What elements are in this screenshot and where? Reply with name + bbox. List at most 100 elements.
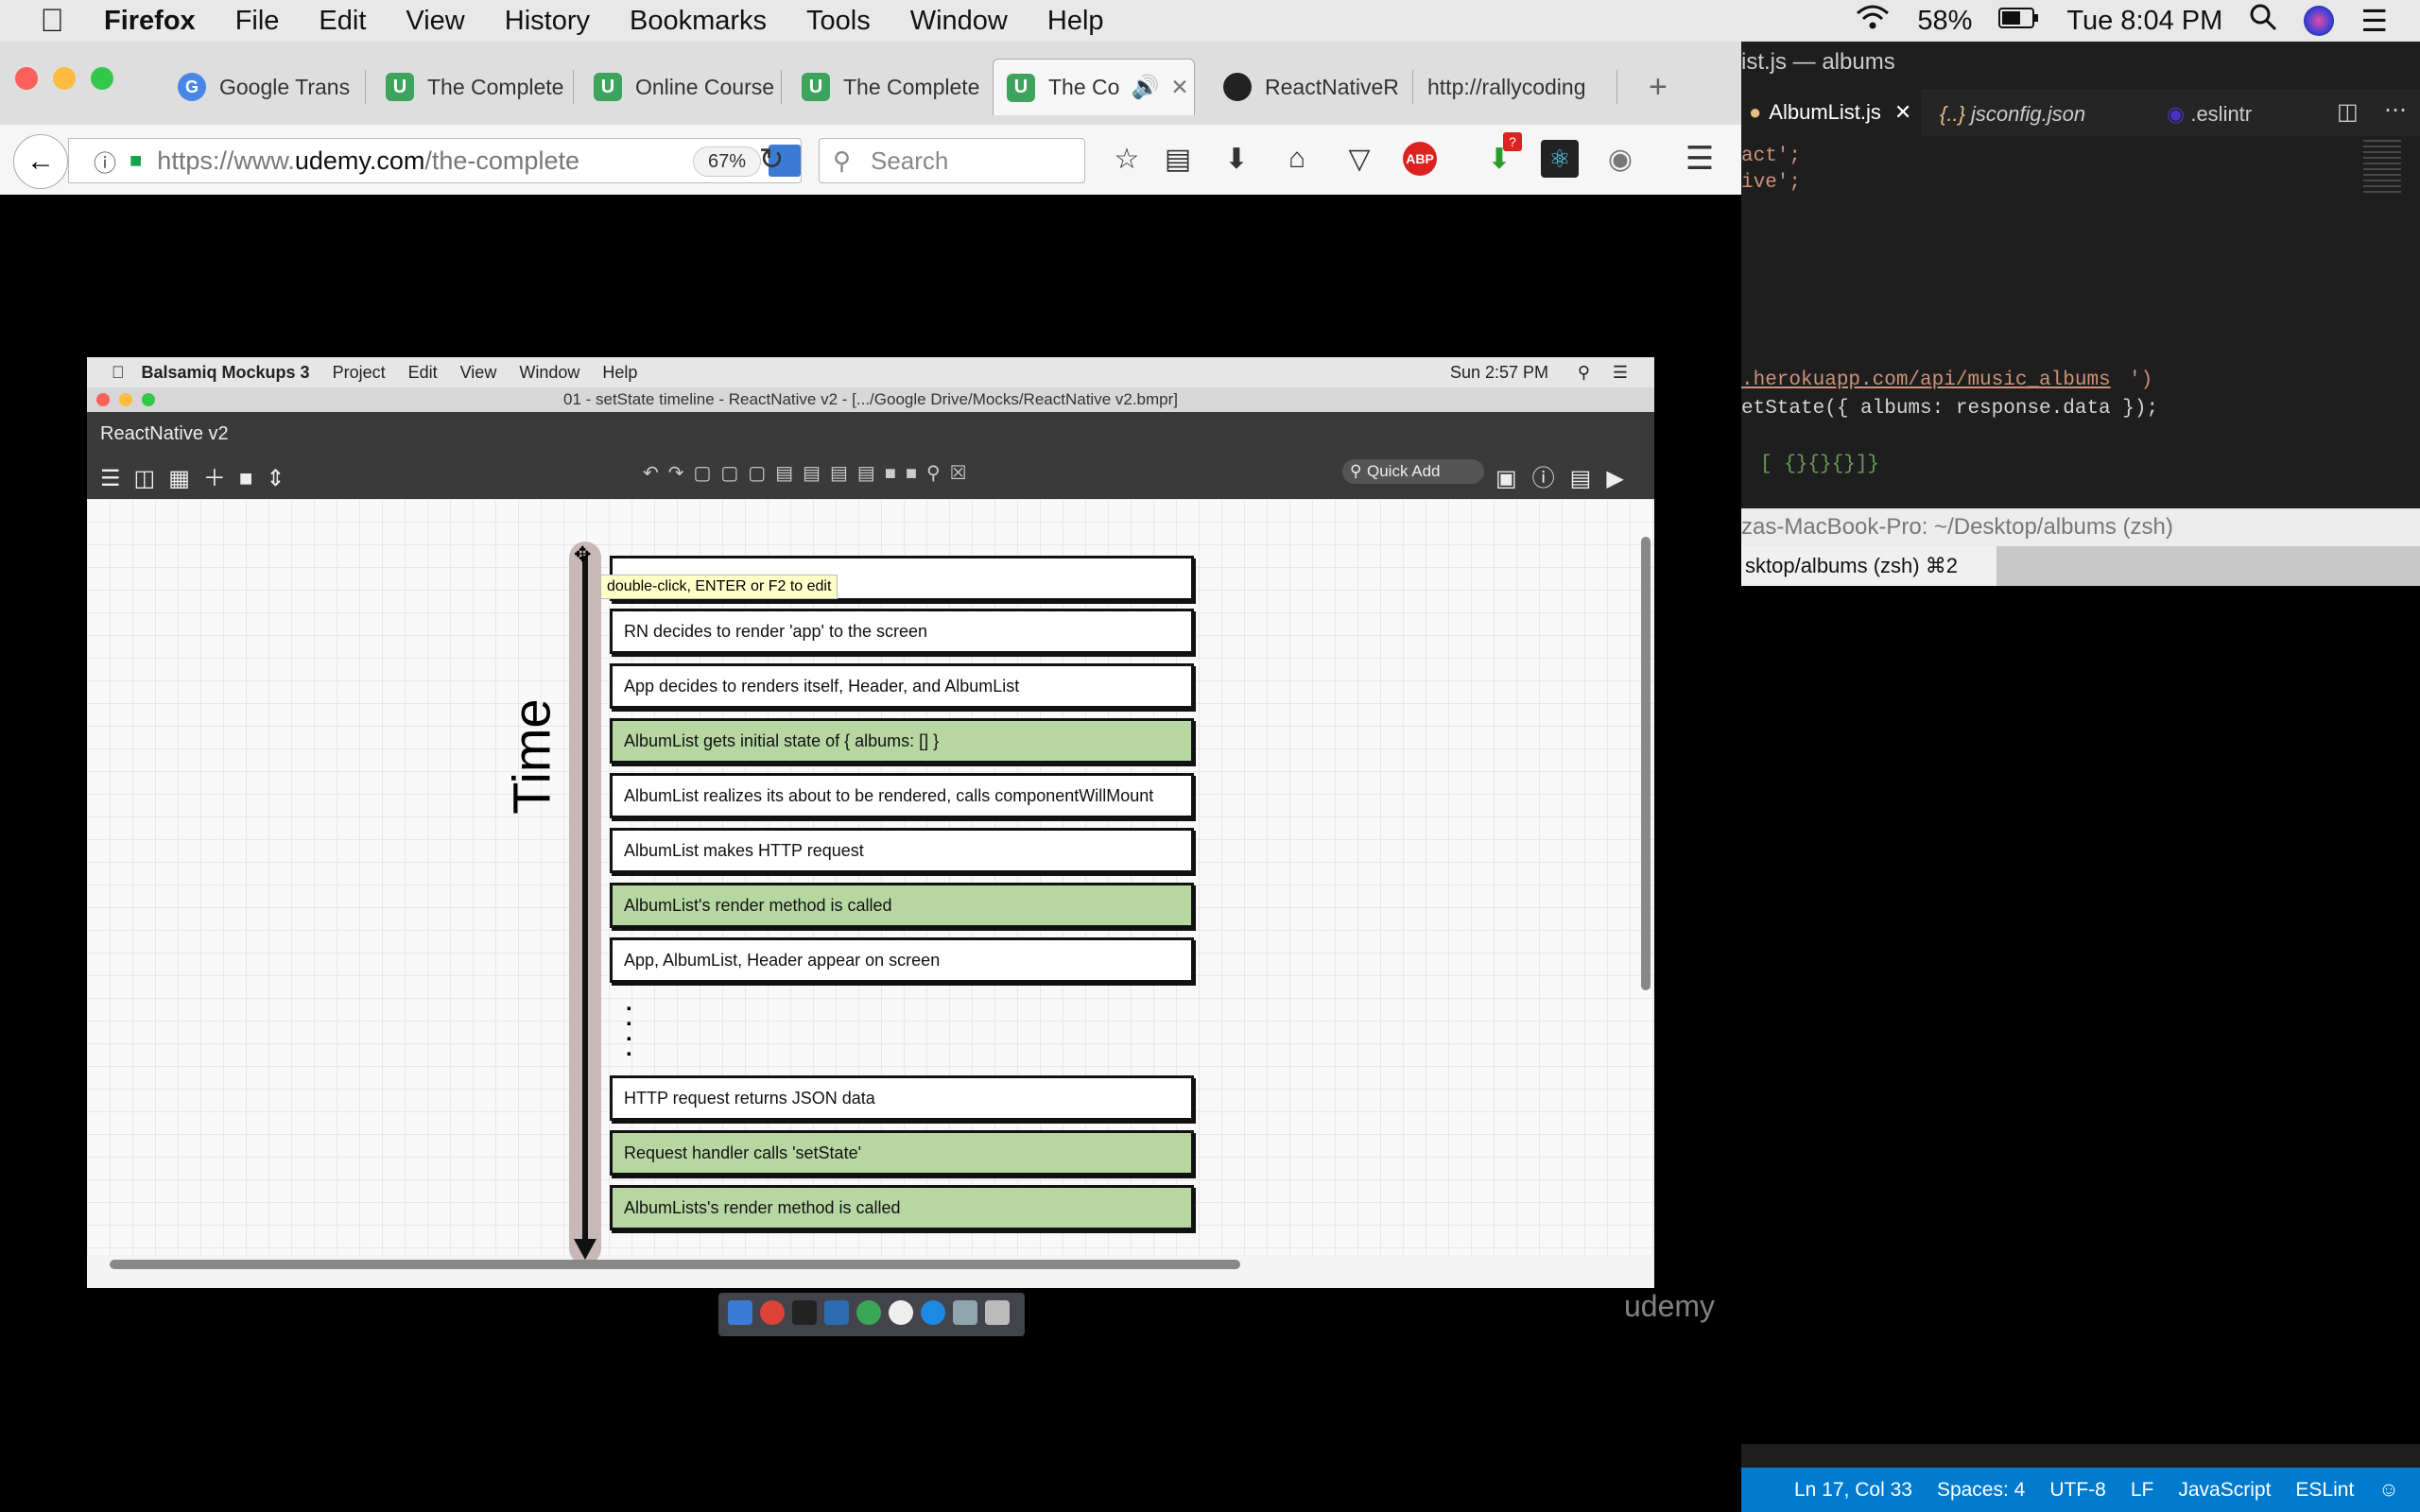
tab-udemy-active[interactable]: U The Co 🔊 ✕ xyxy=(993,59,1195,115)
balsamiq-clock: Sun 2:57 PM xyxy=(1449,362,1548,382)
tab-label: The Co xyxy=(1048,75,1120,99)
timeline-box: HTTP request returns JSON data xyxy=(610,1075,1194,1121)
list-icon: ☰ xyxy=(1612,362,1628,382)
tab-rallycoding[interactable]: http://rallycoding xyxy=(1414,59,1615,115)
timeline-box: AlbumList makes HTTP request xyxy=(610,828,1194,873)
balsamiq-title: 01 - setState timeline - ReactNative v2 … xyxy=(87,387,1654,412)
info-icon[interactable]: ⓘ xyxy=(94,145,116,178)
menu-view[interactable]: View xyxy=(406,6,464,37)
status-encoding[interactable]: UTF-8 xyxy=(2049,1479,2106,1502)
menu-bookmarks[interactable]: Bookmarks xyxy=(630,6,767,37)
notification-center-icon[interactable]: ☰ xyxy=(2360,3,2388,39)
app-menu-firefox[interactable]: Firefox xyxy=(104,6,196,37)
project-name: ReactNative v2 xyxy=(100,423,229,444)
terminal-output[interactable] xyxy=(1741,586,2420,1444)
tab-jsconfig[interactable]: {..} jsconfig.json xyxy=(1940,102,2085,127)
bookmark-star-icon[interactable]: ☆ xyxy=(1108,140,1146,178)
apple-icon:  xyxy=(112,363,125,383)
balsamiq-menubar:  Balsamiq Mockups 3 Project Edit View W… xyxy=(87,357,1654,387)
status-eslint[interactable]: ESLint xyxy=(2295,1479,2354,1502)
close-window-button[interactable] xyxy=(15,67,38,90)
spotlight-icon[interactable] xyxy=(2249,3,2277,39)
back-button[interactable]: ← xyxy=(13,134,68,189)
split-editor-icon[interactable]: ◫ xyxy=(2337,98,2359,126)
tab-google-translate[interactable]: G Google Trans xyxy=(164,59,363,115)
new-tab-button[interactable]: + xyxy=(1635,59,1683,115)
battery-icon[interactable] xyxy=(1998,6,2040,37)
more-actions-icon[interactable]: ⋯ xyxy=(2384,96,2407,124)
balsamiq-window:  Balsamiq Mockups 3 Project Edit View W… xyxy=(87,357,1654,1288)
eslint-icon: ◉ xyxy=(2167,102,2186,126)
zoom-window-button[interactable] xyxy=(91,67,113,90)
terminal-tab-bar xyxy=(1996,546,2420,586)
zoom-icon xyxy=(142,393,155,406)
status-indentation[interactable]: Spaces: 4 xyxy=(1937,1479,2025,1502)
tab-label: Google Trans xyxy=(219,74,351,99)
tab-albumlist[interactable]: ● AlbumList.js ✕ xyxy=(1741,89,1921,136)
tab-udemy-1[interactable]: U The Complete xyxy=(372,59,571,115)
mockup-canvas: ✥ Time double-click, ENTER or F2 to edit… xyxy=(87,499,1654,1264)
balsamiq-dock xyxy=(718,1293,1025,1336)
close-tab-icon[interactable]: ✕ xyxy=(1170,75,1188,100)
tab-udemy-2[interactable]: U Online Course xyxy=(580,59,779,115)
menu-tools[interactable]: Tools xyxy=(806,6,871,37)
menu-window[interactable]: Window xyxy=(910,6,1008,37)
reading-list-icon[interactable]: ▤ xyxy=(1159,140,1197,178)
search-input[interactable]: ⚲ Search xyxy=(819,138,1085,183)
url-prefix: https://www. xyxy=(157,146,295,175)
download-helper-icon[interactable]: ⬇ ? xyxy=(1480,132,1522,178)
url-domain: udemy.com xyxy=(294,146,425,175)
apple-icon[interactable]:  xyxy=(0,3,104,40)
menu-help[interactable]: Help xyxy=(1047,6,1104,37)
react-devtools-icon[interactable]: ⚛ xyxy=(1541,140,1579,178)
tab-label: The Complete xyxy=(843,74,980,99)
code-line-url: .herokuapp.com/api/music_albums xyxy=(1741,369,2111,391)
timeline-box: RN decides to render 'app' to the screen xyxy=(610,609,1194,654)
hamburger-menu-icon[interactable]: ☰ xyxy=(1681,140,1719,178)
speaker-icon[interactable]: 🔊 xyxy=(1131,74,1159,101)
extension-icon[interactable]: ◉ xyxy=(1601,140,1639,178)
menubar-clock[interactable]: Tue 8:04 PM xyxy=(2066,6,2222,37)
status-language[interactable]: JavaScript xyxy=(2178,1479,2271,1502)
udemy-watermark: udemy xyxy=(1624,1289,1716,1323)
quick-add-search-icon: ⚲ xyxy=(1350,462,1362,480)
home-icon[interactable]: ⌂ xyxy=(1278,140,1316,178)
tab-eslintrc[interactable]: ◉ .eslintr xyxy=(2167,102,2252,127)
pocket-icon[interactable]: ▽ xyxy=(1340,140,1378,178)
ellipsis-dots: .... xyxy=(626,990,632,1061)
tab-label: Online Course xyxy=(635,74,775,99)
quick-add-input: ⚲ Quick Add xyxy=(1342,459,1484,484)
timeline-arrow xyxy=(582,556,588,1246)
menu-edit[interactable]: Edit xyxy=(319,6,366,37)
feedback-smiley-icon[interactable]: ☺ xyxy=(2378,1479,2398,1502)
menu-history[interactable]: History xyxy=(505,6,590,37)
vertical-scrollbar xyxy=(1641,537,1651,990)
battery-percent: 58% xyxy=(1917,5,1973,36)
udemy-icon: U xyxy=(386,73,414,101)
close-icon[interactable]: ✕ xyxy=(1894,100,1911,125)
menu-file[interactable]: File xyxy=(235,6,280,37)
minimize-window-button[interactable] xyxy=(53,67,76,90)
code-line: ive'; xyxy=(1741,172,1802,194)
url-bar[interactable]: ⓘ ■ https://www. udemy.com/the-complete 6… xyxy=(68,138,802,183)
dock-icons xyxy=(718,1293,1025,1332)
tab-udemy-3[interactable]: U The Complete xyxy=(788,59,987,115)
balsamiq-menu-window: Window xyxy=(506,362,579,382)
siri-icon[interactable] xyxy=(2304,6,2335,36)
timeline-box: App, AlbumList, Header appear on screen xyxy=(610,937,1194,983)
adblock-icon[interactable]: ABP xyxy=(1401,140,1439,178)
balsamiq-toolbar: ReactNative v2 ☰◫▦＋■⇕ ↶↷▢▢▢▤▤▤▤■■⚲☒ ⚲ Qu… xyxy=(87,412,1654,499)
status-eol[interactable]: LF xyxy=(2131,1479,2154,1502)
tab-github[interactable]: ReactNativeR xyxy=(1210,59,1410,115)
balsamiq-menu-project: Project xyxy=(320,362,386,382)
terminal-tab[interactable]: sktop/albums (zsh) ⌘2 xyxy=(1741,546,1996,586)
zoom-indicator[interactable]: 67% xyxy=(693,146,761,177)
lock-icon: ■ xyxy=(130,148,143,172)
adblock-label: ABP xyxy=(1403,142,1437,176)
downloads-icon[interactable]: ⬇ xyxy=(1218,140,1255,178)
horizontal-scrollbar xyxy=(110,1260,1240,1269)
status-cursor-position[interactable]: Ln 17, Col 33 xyxy=(1794,1479,1912,1502)
balsamiq-menu-edit: Edit xyxy=(395,362,438,382)
reload-icon[interactable]: ↻ xyxy=(752,140,790,178)
wifi-icon[interactable] xyxy=(1855,3,1891,39)
